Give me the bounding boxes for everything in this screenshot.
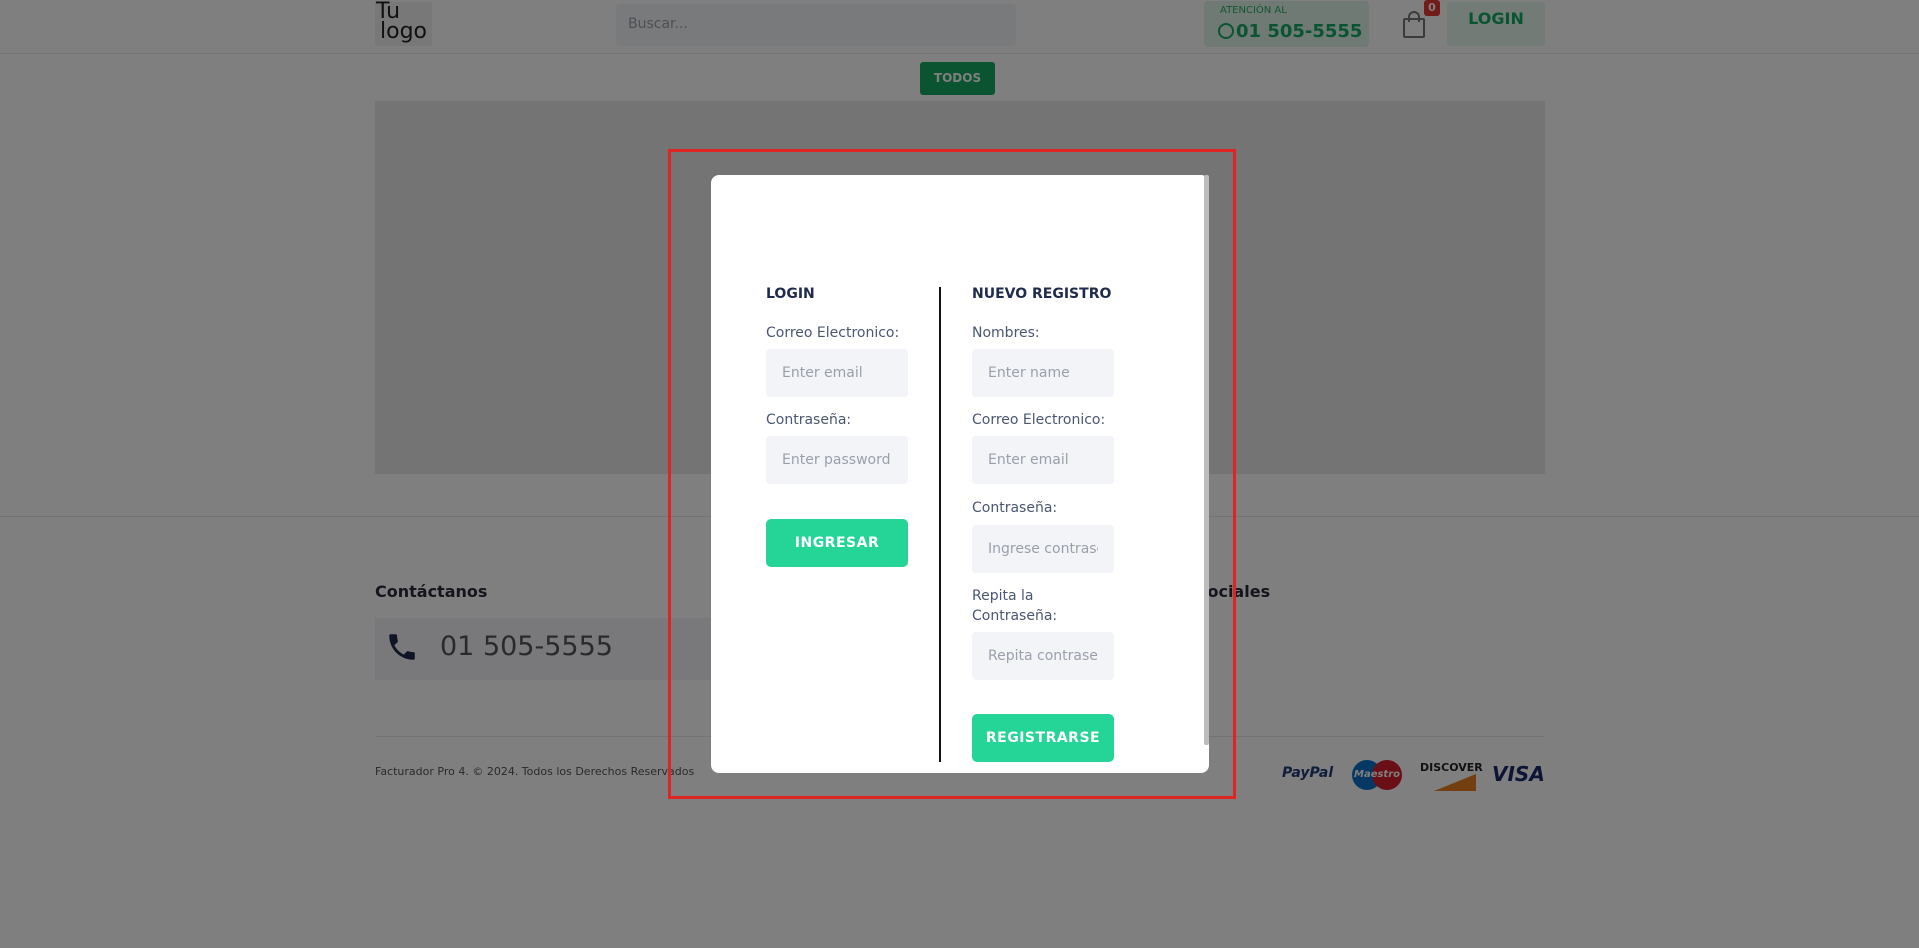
login-email-input[interactable] (766, 349, 908, 397)
register-repeat-password-input[interactable] (972, 632, 1114, 680)
register-password-input[interactable] (972, 525, 1114, 573)
register-name-label: Nombres: (972, 325, 1040, 341)
login-password-label: Contraseña: (766, 412, 852, 428)
login-email-label: Correo Electronico: (766, 325, 900, 341)
login-password-input[interactable] (766, 436, 908, 484)
register-submit-button[interactable]: REGISTRARSE (972, 714, 1114, 762)
register-title: NUEVO REGISTRO (972, 286, 1112, 302)
login-submit-button[interactable]: INGRESAR (766, 519, 908, 567)
register-repeat-password-label: Repita la Contraseña: (972, 588, 1058, 624)
register-name-input[interactable] (972, 349, 1114, 397)
modal-scrollbar[interactable] (1204, 175, 1209, 745)
register-email-input[interactable] (972, 436, 1114, 484)
column-divider (939, 287, 941, 762)
login-title: LOGIN (766, 286, 815, 302)
register-password-label: Contraseña: (972, 500, 1058, 516)
register-email-label: Correo Electronico: (972, 412, 1106, 428)
